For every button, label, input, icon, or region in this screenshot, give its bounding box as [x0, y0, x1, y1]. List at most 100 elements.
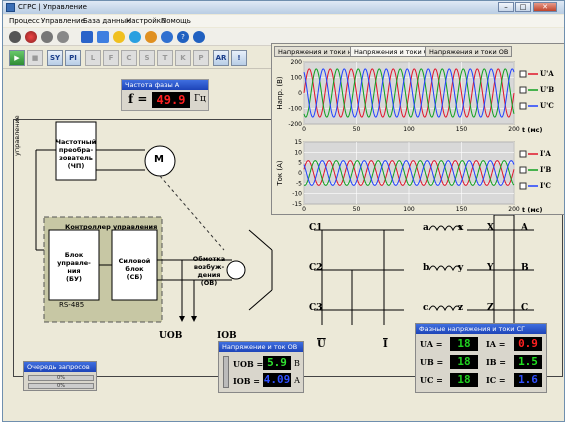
current-tick-y: 10	[294, 149, 302, 156]
voltage-tick-y: 200	[291, 59, 303, 66]
bu-line-3: ния	[67, 267, 81, 275]
node-c2: C2	[309, 263, 323, 273]
controller-label: Контроллер управления	[65, 223, 158, 231]
uob-value-label: UОВ =	[233, 359, 264, 369]
trans-z: z	[458, 303, 464, 313]
control-label: управление	[13, 115, 21, 156]
iob-unit: А	[294, 376, 301, 385]
voltage-tick-x: 0	[302, 126, 306, 133]
maximize-button[interactable]: □	[515, 2, 531, 12]
voltage-tick-y: 0	[298, 90, 302, 97]
menu-settings[interactable]: Настройка	[126, 17, 165, 25]
frequency-unit: Гц	[194, 94, 206, 104]
current-ylabel: Ток (А)	[276, 160, 284, 187]
phase-values-panel: Фазные напряжения и токи СГ UA = 18 IA = 0.…	[415, 323, 547, 393]
menu-process[interactable]: Процесс	[9, 17, 40, 25]
tab-ov[interactable]: Напряжения и токи ОВ	[425, 46, 513, 57]
bu-line-4: (БУ)	[66, 275, 82, 283]
tab-sg[interactable]: Напряжения и токи СГ	[350, 46, 437, 57]
trans-y: y	[458, 263, 464, 273]
voltage-legend-c: U'C	[540, 101, 554, 110]
i-label: I	[383, 339, 388, 350]
title-bar: СГРС | Управление – □ ✕	[3, 1, 564, 14]
current-tick-y: 15	[294, 139, 302, 146]
iob-display: 4.09	[263, 373, 291, 387]
trans-Y: Y	[487, 263, 494, 273]
stop-icon[interactable]	[25, 31, 37, 43]
tool-button-ar[interactable]: AR	[213, 50, 229, 66]
menu-help[interactable]: Помощь	[161, 17, 191, 25]
trans-b: b	[423, 263, 430, 273]
voltage-tick-x: 50	[353, 126, 361, 133]
fc-label: Частотный преобра- зователь (ЧП)	[55, 138, 97, 170]
tool-button-f[interactable]: F	[103, 50, 119, 66]
menu-bar: Процесс Управление База данных Настройка…	[3, 15, 564, 27]
tool-button-k[interactable]: K	[175, 50, 191, 66]
gray-icon-2[interactable]	[57, 31, 69, 43]
current-tick-x: 200	[508, 206, 520, 213]
stop-button[interactable]: ■	[27, 50, 43, 66]
queue-title: Очередь запросов	[24, 362, 96, 372]
ov-line-2: возбуж-	[193, 263, 225, 271]
current-tick-y: -5	[296, 180, 302, 187]
disk-icon[interactable]	[9, 31, 21, 43]
voltage-legend-check-b	[519, 86, 527, 94]
frequency-display: 49.9	[152, 92, 190, 108]
field-slider[interactable]	[223, 356, 229, 388]
phase-title: Фазные напряжения и токи СГ	[416, 324, 546, 334]
tool-button-t[interactable]: T	[157, 50, 173, 66]
voltage-tick-x: 100	[403, 126, 415, 133]
info-icon[interactable]	[193, 31, 205, 43]
iob-value-label: IОВ =	[233, 376, 260, 386]
chart-icon[interactable]	[145, 31, 157, 43]
globe-icon[interactable]	[129, 31, 141, 43]
tool-button-p[interactable]: P	[193, 50, 209, 66]
fc-line-4: (ЧП)	[67, 162, 85, 170]
u-label: U	[317, 339, 326, 350]
settings-icon[interactable]	[161, 31, 173, 43]
tool-button-sy[interactable]: SY	[47, 50, 63, 66]
close-button[interactable]: ✕	[533, 2, 557, 12]
ov-line-1: Обмотка	[192, 255, 226, 263]
waveform-plots: 2001000-100-2000 50 100 150 200 t (мс)Напр. (…	[276, 59, 554, 214]
db-icon[interactable]	[81, 31, 93, 43]
gray-icon[interactable]	[41, 31, 53, 43]
current-tick-y: 0	[298, 170, 302, 177]
app-icon	[6, 3, 15, 12]
trans-Z: Z	[487, 303, 494, 313]
menu-database[interactable]: База данных	[83, 17, 130, 25]
current-legend-b: I'B	[540, 165, 551, 174]
current-tick-y: 5	[298, 160, 302, 167]
current-tick-x: 0	[302, 206, 306, 213]
tool-button-pi[interactable]: PI	[65, 50, 81, 66]
minimize-button[interactable]: –	[498, 2, 514, 12]
request-queue-panel: Очередь запросов 0% 0%	[23, 361, 97, 391]
tool-button-alert[interactable]: !	[231, 50, 247, 66]
menu-control[interactable]: Управление	[41, 17, 85, 25]
copy-icon[interactable]	[97, 31, 109, 43]
ic-label: IC =	[486, 375, 506, 385]
frequency-panel: Частота фазы А f = 49.9 Гц	[121, 79, 209, 111]
uc-label: UC =	[420, 375, 443, 385]
tool-button-c[interactable]: C	[121, 50, 137, 66]
current-legend-a: I'A	[540, 149, 551, 158]
voltage-xlabel: t (мс)	[522, 126, 543, 134]
run-button[interactable]: ▶	[9, 50, 25, 66]
current-tick-x: 150	[456, 206, 468, 213]
voltage-legend-b: U'B	[540, 85, 554, 94]
ub-label: UB =	[420, 357, 444, 367]
help-icon[interactable]: ?	[177, 31, 189, 43]
rs485-label: RS-485	[59, 301, 85, 309]
current-tick-y: -10	[292, 191, 302, 198]
ib-label: IB =	[486, 357, 506, 367]
tool-button-s[interactable]: S	[139, 50, 155, 66]
frequency-title: Частота фазы А	[122, 80, 208, 90]
voltage-tick-x: 150	[456, 126, 468, 133]
sb-line-2: блок	[125, 265, 144, 273]
uob-display: 5.9	[263, 356, 291, 370]
voltage-ylabel: Напр. (В)	[276, 76, 284, 110]
tool-button-l[interactable]: L	[85, 50, 101, 66]
folder-icon[interactable]	[113, 31, 125, 43]
ua-label: UA =	[420, 339, 443, 349]
bu-line-1: Блок	[64, 251, 84, 259]
